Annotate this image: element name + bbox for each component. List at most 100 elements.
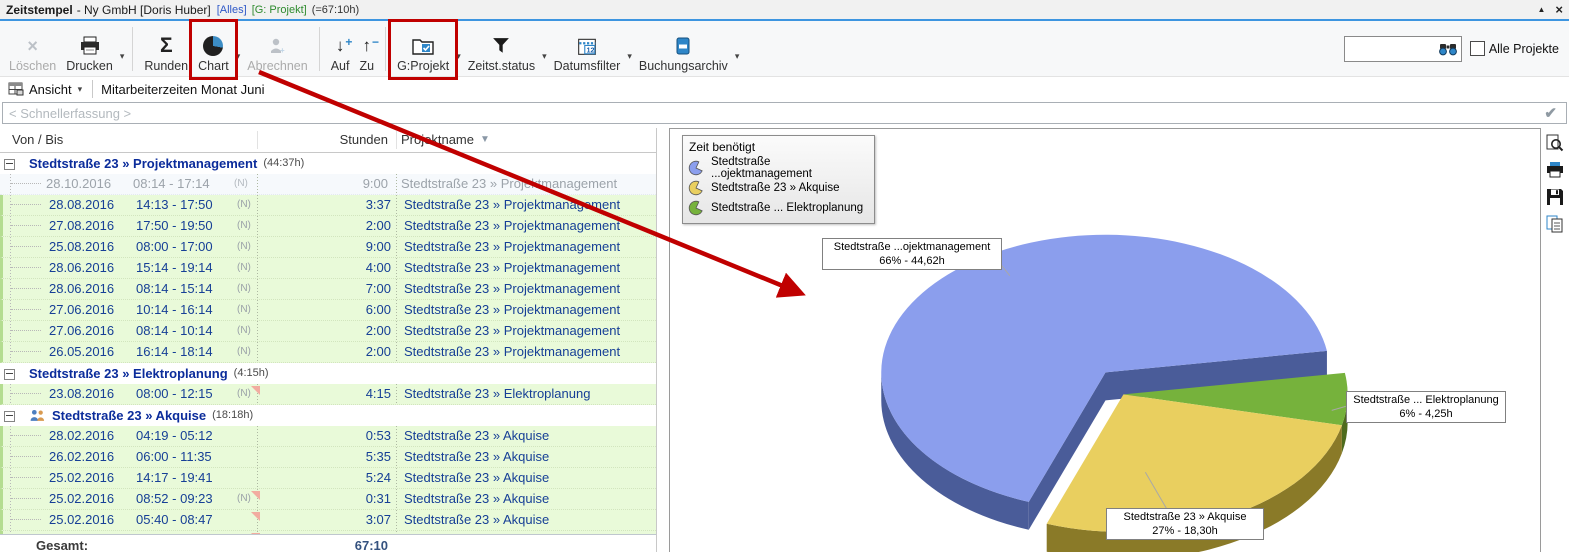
legend-label: Stedtstraße ...ojektmanagement <box>711 156 868 180</box>
row-project: Stedtstraße 23 » Akquise <box>404 489 654 509</box>
datumsfilter-button[interactable]: 12 Datumsfilter <box>549 23 626 75</box>
row-project: Stedtstraße 23 » Elektroplanung <box>404 384 654 404</box>
table-row[interactable]: 25.02.2016 14:17 - 19:41 5:24 Stedtstraß… <box>0 468 656 489</box>
zeitststatus-button[interactable]: Zeitst.status <box>463 23 540 75</box>
night-marker: (N) <box>237 258 251 278</box>
table-row[interactable]: 25.02.2016 08:52 - 09:23 (N) 0:31 Stedts… <box>0 489 656 510</box>
runden-button[interactable]: Σ Runden <box>139 23 193 75</box>
note-corner-icon <box>251 491 260 500</box>
table-row[interactable]: 28.08.2016 14:13 - 17:50 (N) 3:37 Stedts… <box>0 195 656 216</box>
titlebar-total-hours: (=67:10h) <box>312 4 359 16</box>
datumsfilter-dropdown-icon[interactable]: ▾ <box>627 35 632 62</box>
time-entries-panel: Von / Bis Stunden Projektname ▼ Stedtstr… <box>0 128 657 552</box>
loeschen-button: × Löschen <box>4 23 61 75</box>
night-marker: (N) <box>237 195 251 215</box>
ansicht-button[interactable]: Ansicht <box>29 82 72 97</box>
gprojekt-dropdown-icon[interactable]: ▾ <box>456 35 461 62</box>
save-icon[interactable] <box>1546 188 1564 206</box>
chart-dropdown-icon[interactable]: ▾ <box>236 35 241 62</box>
collapse-icon[interactable]: ▲ <box>1537 5 1545 14</box>
quick-entry-row: ✔ <box>0 101 1569 128</box>
abrechnen-icon: + <box>268 37 286 55</box>
buchungsarchiv-button[interactable]: Buchungsarchiv <box>634 23 733 75</box>
confirm-check-icon[interactable]: ✔ <box>1544 104 1557 122</box>
table-row[interactable]: 28.06.2016 15:14 - 19:14 (N) 4:00 Stedts… <box>0 258 656 279</box>
gprojekt-button[interactable]: G:Projekt <box>392 23 454 75</box>
row-time: 04:19 - 05:12 <box>136 426 213 446</box>
row-hours: 9:00 <box>300 174 388 194</box>
table-row[interactable]: 26.02.2016 06:00 - 11:35 5:35 Stedtstraß… <box>0 447 656 468</box>
group-label: Stedtstraße 23 » Akquise <box>52 405 206 426</box>
legend-swatch <box>688 200 704 216</box>
table-row[interactable]: 28.06.2016 08:14 - 15:14 (N) 7:00 Stedts… <box>0 279 656 300</box>
group-row[interactable]: Stedtstraße 23 » Elektroplanung (4:15h) <box>0 363 656 384</box>
legend-item: Stedtstraße 23 » Akquise <box>688 178 868 198</box>
table-row[interactable]: 28.10.2016 08:14 - 17:14 (N) 9:00 Stedts… <box>0 174 656 195</box>
table-row[interactable]: 27.06.2016 08:14 - 10:14 (N) 2:00 Stedts… <box>0 321 656 342</box>
drucken-button[interactable]: Drucken <box>61 23 118 75</box>
group-row[interactable]: Stedtstraße 23 » Projektmanagement (44:3… <box>0 153 656 174</box>
preview-icon[interactable] <box>1546 134 1564 152</box>
checkbox-icon[interactable] <box>1470 41 1485 56</box>
column-von-bis[interactable]: Von / Bis <box>12 128 63 152</box>
zu-button[interactable]: ↑− Zu <box>354 23 379 75</box>
legend-swatch <box>688 180 704 196</box>
row-time: 08:52 - 09:23 <box>136 489 213 509</box>
search-box[interactable] <box>1344 36 1462 62</box>
column-stunden[interactable]: Stunden <box>300 128 388 152</box>
table-row[interactable]: 28.02.2016 04:19 - 05:12 0:53 Stedtstraß… <box>0 426 656 447</box>
row-hours: 5:24 <box>303 468 391 488</box>
group-row[interactable]: Stedtstraße 23 » Akquise (18:18h) <box>0 405 656 426</box>
clock-out-icon: ↑− <box>363 37 372 55</box>
table-row[interactable]: 25.08.2016 08:00 - 17:00 (N) 9:00 Stedts… <box>0 237 656 258</box>
night-marker: (N) <box>237 489 251 509</box>
zu-label: Zu <box>359 59 374 73</box>
collapse-toggle-icon[interactable] <box>4 159 15 170</box>
callout-value: 66% - 44,62h <box>826 254 998 268</box>
chart-panel: Zeit benötigt Stedtstraße ...ojektmanage… <box>669 128 1541 552</box>
legend-item: Stedtstraße ... Elektroplanung <box>688 198 868 218</box>
row-hours: 2:00 <box>303 216 391 236</box>
zeitststatus-label: Zeitst.status <box>468 59 535 73</box>
current-view-name: Mitarbeiterzeiten Monat Juni <box>101 82 264 97</box>
close-icon[interactable]: × <box>1555 2 1563 17</box>
copy-icon[interactable] <box>1546 215 1564 233</box>
collapse-toggle-icon[interactable] <box>4 369 15 380</box>
table-row[interactable]: 26.05.2016 16:14 - 18:14 (N) 2:00 Stedts… <box>0 342 656 363</box>
night-marker: (N) <box>237 216 251 236</box>
app-title: Zeitstempel <box>6 3 73 17</box>
column-projektname[interactable]: Projektname <box>401 128 474 152</box>
alle-projekte-checkbox[interactable]: Alle Projekte <box>1470 41 1559 56</box>
table-row[interactable]: 27.06.2016 10:14 - 16:14 (N) 6:00 Stedts… <box>0 300 656 321</box>
quick-entry-input[interactable] <box>2 102 1567 124</box>
gprojekt-label: G:Projekt <box>397 59 449 73</box>
archive-icon <box>676 36 690 56</box>
row-time: 05:40 - 08:47 <box>136 510 213 530</box>
ansicht-dropdown-icon[interactable]: ▾ <box>78 84 83 95</box>
row-project: Stedtstraße 23 » Projektmanagement <box>401 174 654 194</box>
zeitststatus-dropdown-icon[interactable]: ▾ <box>542 35 547 62</box>
row-project: Stedtstraße 23 » Projektmanagement <box>404 237 654 257</box>
night-marker: (N) <box>237 237 251 257</box>
row-project: Stedtstraße 23 » Projektmanagement <box>404 216 654 236</box>
row-hours: 2:00 <box>303 321 391 341</box>
datumsfilter-label: Datumsfilter <box>554 59 621 73</box>
view-bar: Ansicht ▾ Mitarbeiterzeiten Monat Juni <box>0 77 1569 101</box>
buchungsarchiv-dropdown-icon[interactable]: ▾ <box>735 35 740 62</box>
printer-icon <box>79 36 101 56</box>
row-project: Stedtstraße 23 » Projektmanagement <box>404 279 654 299</box>
sort-descending-icon[interactable]: ▼ <box>480 128 490 152</box>
table-row[interactable]: 27.08.2016 17:50 - 19:50 (N) 2:00 Stedts… <box>0 216 656 237</box>
drucken-dropdown-icon[interactable]: ▾ <box>120 35 125 62</box>
table-row[interactable]: 23.08.2016 08:00 - 12:15 (N) 4:15 Stedts… <box>0 384 656 405</box>
night-marker: (N) <box>237 384 251 404</box>
print-icon[interactable] <box>1546 161 1564 179</box>
auf-button[interactable]: ↓+ Auf <box>326 23 355 75</box>
collapse-toggle-icon[interactable] <box>4 411 15 422</box>
abrechnen-button: + Abrechnen <box>242 23 312 75</box>
table-row[interactable]: 25.02.2016 05:40 - 08:47 3:07 Stedtstraß… <box>0 510 656 531</box>
chart-button[interactable]: Chart <box>193 23 234 75</box>
search-input[interactable] <box>1354 41 1438 57</box>
row-hours: 5:35 <box>303 447 391 467</box>
row-date: 25.08.2016 <box>49 237 114 257</box>
